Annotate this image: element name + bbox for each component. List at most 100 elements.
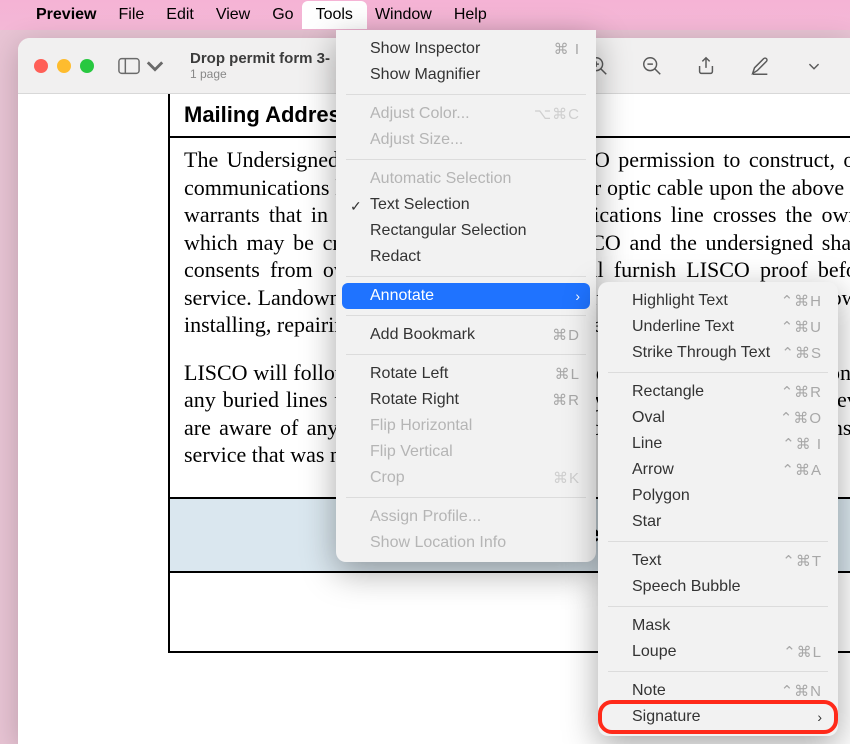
menu-tools[interactable]: Tools [302, 1, 367, 29]
annotate-item-loupe[interactable]: Loupe⌃⌘L [604, 639, 832, 665]
keyboard-shortcut: ⌃⌘L [783, 643, 822, 661]
annotate-item-oval[interactable]: Oval⌃⌘O [604, 405, 832, 431]
annotate-submenu: Highlight Text⌃⌘H Underline Text ⌃⌘U Strike… [598, 282, 838, 736]
annotate-item-label: Text [632, 552, 661, 570]
sidebar-icon [118, 57, 140, 75]
annotate-item-rectangle[interactable]: Rectangle⌃⌘R [604, 379, 832, 405]
tools-item-rotate-left[interactable]: Rotate Left ⌘L [342, 361, 590, 387]
tools-item-flip-vertical: Flip Vertical [342, 439, 590, 465]
annotate-item-separator [608, 606, 828, 607]
tools-item-add-bookmark[interactable]: Add Bookmark⌘D [342, 322, 590, 348]
annotate-item-label: Line [632, 435, 662, 453]
keyboard-shortcut: ⌃⌘T [782, 552, 822, 570]
keyboard-shortcut: ⌃⌘N [781, 682, 822, 700]
tools-item-separator [346, 497, 586, 498]
keyboard-shortcut: ⌥⌘C [534, 105, 580, 123]
document-title: Drop permit form 3- [190, 50, 330, 67]
annotate-item-label: Strike Through Text [632, 344, 770, 362]
menu-help[interactable]: Help [454, 6, 487, 24]
annotate-item-highlight-text[interactable]: Highlight Text⌃⌘H [604, 288, 832, 314]
zoom-window-button[interactable] [80, 59, 94, 73]
annotate-item-line[interactable]: Line ⌃⌘ I [604, 431, 832, 457]
menu-view[interactable]: View [216, 6, 250, 24]
chevron-right-icon: › [575, 288, 580, 304]
keyboard-shortcut: ⌃⌘ I [782, 435, 822, 453]
keyboard-shortcut: ⌃⌘U [781, 318, 822, 336]
tools-item-adjust-color: Adjust Color... ⌥⌘C [342, 101, 590, 127]
tools-item-show-location-info: Show Location Info [342, 530, 590, 556]
tools-item-annotate[interactable]: Annotate› [342, 283, 590, 309]
tools-item-flip-horizontal: Flip Horizontal [342, 413, 590, 439]
sidebar-toggle-button[interactable] [112, 53, 172, 79]
tools-item-label: Adjust Size... [370, 131, 463, 149]
zoom-out-icon [641, 55, 663, 77]
close-window-button[interactable] [34, 59, 48, 73]
annotate-item-label: Star [632, 513, 661, 531]
annotate-item-separator [608, 372, 828, 373]
tools-item-label: Redact [370, 248, 421, 266]
annotate-item-note[interactable]: Note ⌃⌘N [604, 678, 832, 704]
chevron-down-icon [144, 57, 166, 75]
annotate-item-label: Underline Text [632, 318, 734, 336]
annotate-item-separator [608, 541, 828, 542]
annotate-item-speech-bubble[interactable]: Speech Bubble [604, 574, 832, 600]
tools-item-rotate-right[interactable]: Rotate Right⌘R [342, 387, 590, 413]
keyboard-shortcut: ⌃⌘S [781, 344, 822, 362]
keyboard-shortcut: ⌃⌘A [781, 461, 822, 479]
annotate-item-label: Speech Bubble [632, 578, 741, 596]
zoom-out-button[interactable] [632, 50, 672, 82]
toolbar-icons [578, 50, 834, 82]
tools-item-automatic-selection: Automatic Selection [342, 166, 590, 192]
annotate-item-label: Rectangle [632, 383, 704, 401]
macos-menubar: Preview File Edit View Go Tools Window H… [0, 0, 850, 30]
tools-item-label: Flip Horizontal [370, 417, 472, 435]
minimize-window-button[interactable] [57, 59, 71, 73]
tools-item-label: Flip Vertical [370, 443, 453, 461]
annotate-item-underline-text[interactable]: Underline Text ⌃⌘U [604, 314, 832, 340]
check-icon: ✓ [350, 198, 362, 215]
menu-edit[interactable]: Edit [166, 6, 194, 24]
share-icon [695, 55, 717, 77]
annotate-item-strike-through-text[interactable]: Strike Through Text ⌃⌘S [604, 340, 832, 366]
annotate-item-label: Note [632, 682, 666, 700]
annotate-item-text[interactable]: Text ⌃⌘T [604, 548, 832, 574]
tools-item-label: Assign Profile... [370, 508, 481, 526]
tools-menu: Show Inspector ⌘ I Show Magnifier Adjust Co… [336, 30, 596, 562]
markup-button[interactable] [740, 50, 780, 82]
traffic-lights [34, 59, 94, 73]
keyboard-shortcut: ⌘R [552, 391, 580, 409]
tools-item-adjust-size: Adjust Size... [342, 127, 590, 153]
tools-item-label: Show Inspector [370, 40, 480, 58]
tools-item-label: Crop [370, 469, 405, 487]
app-name[interactable]: Preview [36, 6, 96, 24]
annotate-item-label: Mask [632, 617, 670, 635]
tools-item-text-selection[interactable]: ✓Text Selection [342, 192, 590, 218]
share-button[interactable] [686, 50, 726, 82]
keyboard-shortcut: ⌘ I [554, 40, 580, 58]
tools-item-label: Add Bookmark [370, 326, 475, 344]
tools-item-crop: Crop⌘K [342, 465, 590, 491]
keyboard-shortcut: ⌘L [555, 365, 580, 383]
annotate-item-mask[interactable]: Mask [604, 613, 832, 639]
chevron-right-icon: › [817, 709, 822, 725]
menu-file[interactable]: File [118, 6, 144, 24]
menu-go[interactable]: Go [272, 6, 293, 24]
annotate-item-star[interactable]: Star [604, 509, 832, 535]
tools-item-label: Adjust Color... [370, 105, 470, 123]
tools-item-rectangular-selection[interactable]: Rectangular Selection [342, 218, 590, 244]
document-title-block: Drop permit form 3- 1 page [190, 50, 330, 81]
annotate-item-label: Polygon [632, 487, 690, 505]
annotate-item-polygon[interactable]: Polygon [604, 483, 832, 509]
more-button[interactable] [794, 50, 834, 82]
tools-item-redact[interactable]: Redact [342, 244, 590, 270]
annotate-item-arrow[interactable]: Arrow⌃⌘A [604, 457, 832, 483]
tools-item-label: Rotate Left [370, 365, 448, 383]
tools-item-show-magnifier[interactable]: Show Magnifier [342, 62, 590, 88]
annotate-item-signature[interactable]: Signature › [604, 704, 832, 730]
keyboard-shortcut: ⌃⌘O [780, 409, 822, 427]
tools-item-separator [346, 354, 586, 355]
tools-item-label: Show Location Info [370, 534, 506, 552]
annotate-item-label: Signature [632, 708, 701, 726]
tools-item-show-inspector[interactable]: Show Inspector ⌘ I [342, 36, 590, 62]
menu-window[interactable]: Window [375, 6, 432, 24]
